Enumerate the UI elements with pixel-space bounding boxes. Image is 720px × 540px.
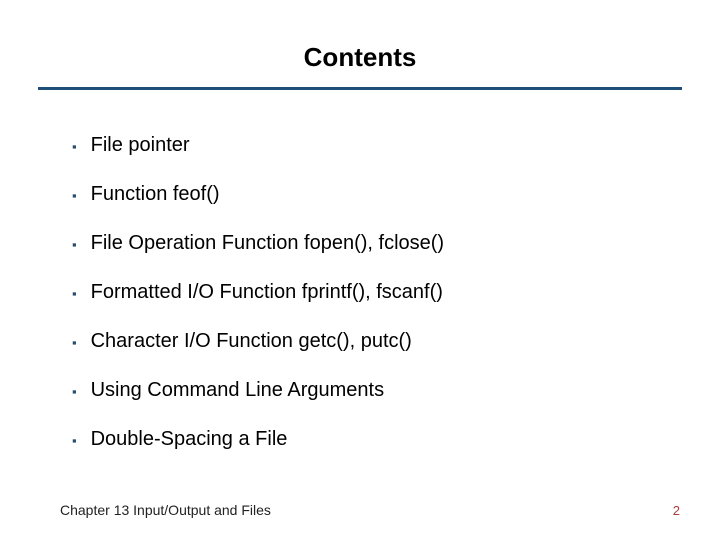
bullet-icon: ▪ bbox=[72, 381, 77, 403]
list-item: ▪ Double-Spacing a File bbox=[72, 428, 680, 451]
list-item-text: File Operation Function fopen(), fclose(… bbox=[91, 232, 445, 255]
list-item-text: Using Command Line Arguments bbox=[91, 379, 384, 402]
list-item: ▪ Formatted I/O Function fprintf(), fsca… bbox=[72, 281, 680, 304]
list-item-text: Character I/O Function getc(), putc() bbox=[91, 330, 412, 353]
bullet-icon: ▪ bbox=[72, 283, 77, 305]
list-item-text: File pointer bbox=[91, 134, 190, 157]
list-item: ▪ Function feof() bbox=[72, 183, 680, 206]
footer: Chapter 13 Input/Output and Files 2 bbox=[0, 502, 720, 518]
title-area: Contents bbox=[0, 0, 720, 81]
content-list: ▪ File pointer ▪ Function feof() ▪ File … bbox=[0, 90, 720, 451]
footer-chapter: Chapter 13 Input/Output and Files bbox=[60, 502, 271, 518]
slide: Contents ▪ File pointer ▪ Function feof(… bbox=[0, 0, 720, 540]
slide-title: Contents bbox=[40, 42, 680, 73]
list-item: ▪ Using Command Line Arguments bbox=[72, 379, 680, 402]
list-item: ▪ Character I/O Function getc(), putc() bbox=[72, 330, 680, 353]
bullet-icon: ▪ bbox=[72, 185, 77, 207]
bullet-icon: ▪ bbox=[72, 234, 77, 256]
footer-page-number: 2 bbox=[673, 503, 680, 518]
list-item: ▪ File Operation Function fopen(), fclos… bbox=[72, 232, 680, 255]
bullet-icon: ▪ bbox=[72, 430, 77, 452]
list-item-text: Double-Spacing a File bbox=[91, 428, 288, 451]
list-item-text: Function feof() bbox=[91, 183, 220, 206]
bullet-icon: ▪ bbox=[72, 332, 77, 354]
bullet-icon: ▪ bbox=[72, 136, 77, 158]
list-item: ▪ File pointer bbox=[72, 134, 680, 157]
list-item-text: Formatted I/O Function fprintf(), fscanf… bbox=[91, 281, 443, 304]
